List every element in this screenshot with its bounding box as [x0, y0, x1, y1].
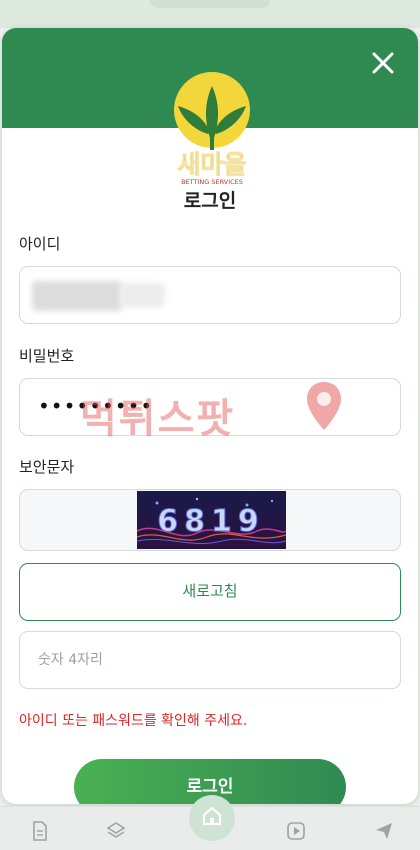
- captcha-image: 6819: [137, 491, 286, 549]
- layers-icon[interactable]: [106, 821, 126, 841]
- play-icon[interactable]: [286, 821, 306, 841]
- blurred-id-value: [32, 281, 122, 311]
- background-page-header: [0, 0, 420, 28]
- watermark-text: 먹튀스팟: [80, 396, 236, 442]
- error-message: 아이디 또는 패스워드를 확인해 주세요.: [19, 713, 248, 729]
- captcha-code-text: 6819: [157, 504, 265, 539]
- refresh-captcha-button[interactable]: 새로고침: [19, 563, 401, 621]
- brand-logo: 새마을 BETTING SERVICES: [174, 72, 250, 186]
- captcha-box: 6819: [19, 489, 401, 551]
- password-label: 비밀번호: [19, 347, 75, 365]
- captcha-input[interactable]: [19, 631, 401, 689]
- captcha-label: 보안문자: [19, 458, 75, 476]
- logo-sub-text: BETTING SERVICES: [181, 178, 243, 186]
- home-button[interactable]: [189, 795, 235, 841]
- logo-brand-text: 새마을: [177, 150, 246, 179]
- id-label: 아이디: [19, 235, 61, 253]
- map-pin-icon: [307, 382, 341, 430]
- send-icon[interactable]: [374, 821, 394, 841]
- modal-title: 로그인: [183, 190, 237, 212]
- background-logo: [150, 0, 270, 8]
- close-icon[interactable]: [370, 50, 396, 76]
- id-field[interactable]: [19, 266, 401, 324]
- blurred-id-value-tail: [120, 283, 165, 307]
- home-icon: [203, 806, 221, 825]
- document-icon[interactable]: [30, 821, 50, 841]
